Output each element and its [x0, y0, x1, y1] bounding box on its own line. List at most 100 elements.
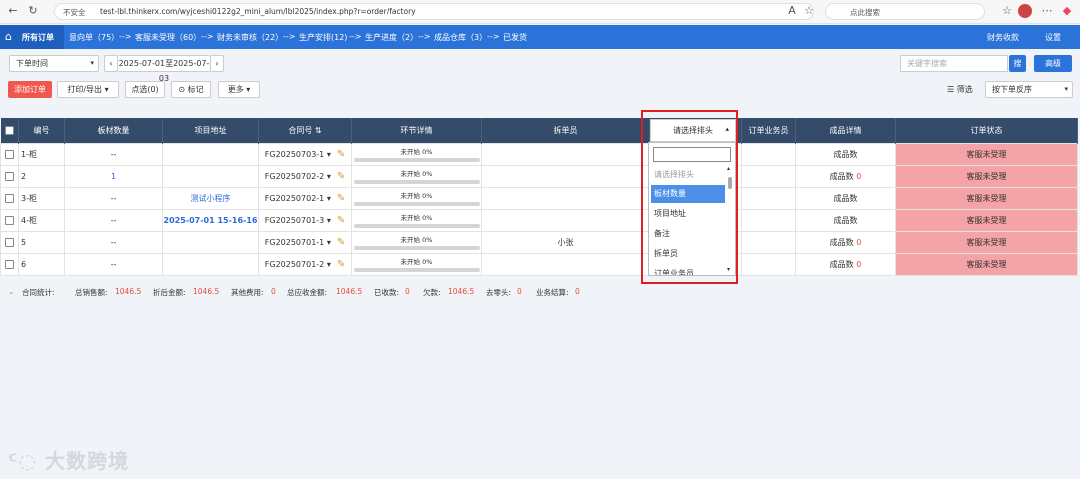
address-bar[interactable]: 不安全 test-lbl.thinkerx.com/wyjceshi0122g2… — [54, 3, 814, 20]
mark-label: 标记 — [187, 85, 204, 94]
row-select-cell[interactable] — [0, 142, 19, 166]
contract-number[interactable]: FG20250701-1 — [265, 238, 325, 247]
row-select-cell[interactable] — [0, 186, 19, 210]
cell-contract[interactable]: FG20250701-1 ▾ ✎ — [258, 230, 352, 254]
contract-number[interactable]: FG20250702-2 — [265, 172, 325, 181]
sort-select[interactable]: 按下单反序 ▾ — [985, 81, 1073, 98]
chevron-down-icon[interactable]: ▾ — [327, 216, 331, 225]
cell-contract[interactable]: FG20250702-1 ▾ ✎ — [258, 186, 352, 210]
tab-production-progress[interactable]: 生产进度（2） — [365, 32, 418, 43]
product-label: 成品数 — [833, 193, 858, 203]
favorites-icon[interactable]: ☆ — [1000, 4, 1014, 18]
cell-splitter — [481, 252, 650, 276]
chevron-down-icon[interactable]: ▾ — [327, 260, 331, 269]
edit-icon[interactable]: ✎ — [337, 259, 345, 270]
chevron-down-icon[interactable]: ▾ — [327, 150, 331, 159]
tab-finance-unreviewed[interactable]: 财务未审核（22） — [217, 32, 283, 43]
cell-splitter — [481, 186, 650, 210]
select-all-checkbox[interactable] — [4, 125, 14, 135]
cell-id: 3-柜 — [18, 186, 65, 210]
contract-number[interactable]: FG20250701-2 — [265, 260, 325, 269]
row-checkbox[interactable] — [5, 259, 14, 269]
col-contract[interactable]: 合同号 ⇅ — [258, 118, 352, 143]
col-contract-label: 合同号 — [288, 125, 313, 135]
table-row[interactable]: 6 -- FG20250701-2 ▾ ✎ 未开始 0% 成品数 0 客服未受理 — [0, 252, 1078, 276]
select-count-button[interactable]: 点选(0) — [125, 81, 165, 98]
product-count: 0 — [856, 259, 862, 269]
row-checkbox[interactable] — [5, 237, 14, 247]
date-range-input[interactable]: 2025-07-01至2025-07-03 — [118, 55, 210, 83]
cell-contract[interactable]: FG20250701-2 ▾ ✎ — [258, 252, 352, 276]
table-row[interactable]: 3-柜 -- 测试小程序 FG20250702-1 ▾ ✎ 未开始 0% 成品数 客服未受理 — [0, 186, 1078, 210]
cell-address[interactable]: 测试小程序 — [162, 186, 259, 210]
chevron-down-icon[interactable]: ▾ — [327, 172, 331, 181]
row-checkbox[interactable] — [5, 171, 14, 181]
mark-button[interactable]: ⊙ 标记 — [171, 81, 211, 98]
settings-link[interactable]: 设置 — [1045, 32, 1061, 43]
edit-icon[interactable]: ✎ — [337, 215, 345, 226]
contract-number[interactable]: FG20250702-1 — [265, 194, 325, 203]
chevron-down-icon[interactable]: ▾ — [327, 194, 331, 203]
chevron-double-down-icon[interactable]: ⌄ — [8, 287, 14, 296]
cell-address[interactable]: 2025-07-01 15-16-16 — [162, 208, 259, 232]
contract-number[interactable]: FG20250701-3 — [265, 216, 325, 225]
tab-intent[interactable]: 意向单（75） — [69, 32, 119, 43]
edit-icon[interactable]: ✎ — [337, 237, 345, 248]
avatar[interactable] — [1018, 4, 1032, 18]
rounding-value: 0 — [517, 287, 522, 296]
chevron-down-icon: ▾ — [246, 85, 251, 94]
cell-stage: 未开始 0% — [351, 164, 482, 188]
sort-icon[interactable]: ⇅ — [315, 126, 322, 135]
prev-date-button[interactable]: ‹ — [104, 55, 118, 72]
add-order-button[interactable]: 添加订单 — [8, 81, 52, 98]
row-checkbox[interactable] — [5, 149, 14, 159]
row-select-cell[interactable] — [0, 164, 19, 188]
chevron-down-icon[interactable]: ▾ — [327, 238, 331, 247]
browser-search-box[interactable]: 点此搜索 — [825, 3, 985, 20]
next-date-button[interactable]: › — [210, 55, 224, 72]
filter-button[interactable]: ☰ 筛选 — [947, 84, 973, 95]
tab-all-orders[interactable]: ⌂ 所有订单 — [0, 25, 64, 49]
row-select-cell[interactable] — [0, 208, 19, 232]
pin-icon: ⊙ — [178, 85, 186, 94]
edit-icon[interactable]: ✎ — [337, 171, 345, 182]
read-aloud-icon[interactable]: A — [785, 4, 799, 18]
cell-address — [162, 230, 259, 254]
tab-shipped[interactable]: 已发货 — [503, 32, 527, 43]
advanced-search-button[interactable]: 高级 — [1034, 55, 1072, 72]
select-all-cell[interactable] — [0, 118, 19, 143]
table-row[interactable]: 5 -- FG20250701-1 ▾ ✎ 未开始 0% 小张 成品数 0 客服未受理 — [0, 230, 1078, 254]
row-select-cell[interactable] — [0, 230, 19, 254]
row-select-cell[interactable] — [0, 252, 19, 276]
search-button[interactable]: 搜 — [1009, 55, 1026, 72]
star-icon[interactable]: ☆ — [802, 4, 816, 18]
cell-contract[interactable]: FG20250702-2 ▾ ✎ — [258, 164, 352, 188]
print-export-button[interactable]: 打印/导出 ▾ — [57, 81, 119, 98]
cell-stage: 未开始 0% — [351, 186, 482, 210]
cell-address — [162, 164, 259, 188]
row-checkbox[interactable] — [5, 215, 14, 225]
finance-collection-link[interactable]: 财务收款 — [987, 32, 1019, 43]
table-row[interactable]: 2 1 FG20250702-2 ▾ ✎ 未开始 0% 成品数 0 客服未受理 — [0, 164, 1078, 188]
time-type-select[interactable]: 下单时间 ▾ — [9, 55, 99, 72]
cell-contract[interactable]: FG20250703-1 ▾ ✎ — [258, 142, 352, 166]
table-row[interactable]: 4-柜 -- 2025-07-01 15-16-16 FG20250701-3 ▾ ✎ 未… — [0, 208, 1078, 232]
keyword-search-input[interactable]: 关键字搜索 — [900, 55, 1008, 72]
edit-icon[interactable]: ✎ — [337, 149, 345, 160]
progress-bar — [353, 267, 480, 272]
more-menu-icon[interactable]: ⋯ — [1040, 4, 1054, 18]
tab-production-plan[interactable]: 生产安排(12) — [299, 32, 347, 43]
progress-bar — [353, 223, 480, 228]
copilot-icon[interactable]: ◆ — [1060, 4, 1074, 18]
tab-warehouse[interactable]: 成品仓库（3） — [434, 32, 487, 43]
back-icon[interactable]: ← — [6, 4, 20, 18]
table-row[interactable]: 1-柜 -- FG20250703-1 ▾ ✎ 未开始 0% 成品数 客服未受理 — [0, 142, 1078, 166]
refresh-icon[interactable]: ↻ — [26, 4, 40, 18]
edit-icon[interactable]: ✎ — [337, 193, 345, 204]
row-checkbox[interactable] — [5, 193, 14, 203]
chevron-down-icon: ▾ — [1064, 85, 1068, 93]
more-button[interactable]: 更多 ▾ — [218, 81, 260, 98]
contract-number[interactable]: FG20250703-1 — [265, 150, 325, 159]
tab-cs-unaccepted[interactable]: 客服未受理（60） — [135, 32, 201, 43]
cell-contract[interactable]: FG20250701-3 ▾ ✎ — [258, 208, 352, 232]
